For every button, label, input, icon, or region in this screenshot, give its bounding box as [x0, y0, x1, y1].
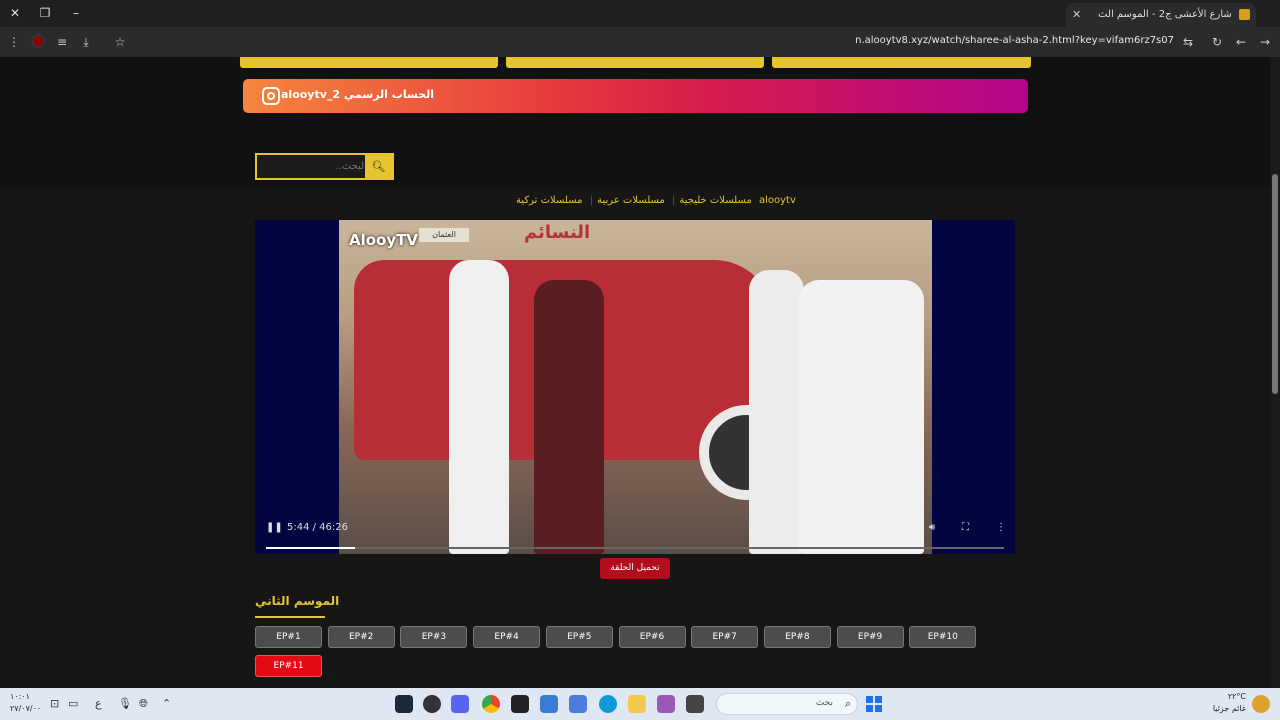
person-3 — [749, 270, 804, 554]
taskbar-search-text: بحث — [815, 698, 833, 708]
episode-button[interactable]: EP#5 — [545, 626, 613, 648]
season-underline — [255, 616, 325, 618]
clock-time[interactable]: ١٠:٠١ — [10, 692, 30, 701]
search-input[interactable] — [257, 155, 367, 178]
episode-button[interactable]: EP#1 — [255, 626, 322, 648]
reload-icon[interactable]: ↻ — [1208, 33, 1226, 51]
windows-taskbar: ١٠:٠١ ٢٧/٠٧/٠٠ ⊡ ▭ ع 🎙︎ 🌐︎ ⌃ بحث ⌕ ٢٢°C … — [0, 688, 1280, 720]
person-2 — [534, 280, 604, 554]
search-icon: 🔍︎ — [371, 160, 386, 173]
top-menu-button-3[interactable] — [772, 57, 1031, 68]
tab-close-icon[interactable]: ✕ — [1072, 3, 1081, 27]
episode-button[interactable]: EP#3 — [400, 626, 468, 648]
file-explorer-icon[interactable] — [628, 695, 646, 713]
terminal-icon[interactable] — [511, 695, 529, 713]
address-bar[interactable]: n.alooytv8.xyz/watch/sharee-al-asha-2.ht… — [855, 35, 1174, 46]
show-hidden-icons-icon[interactable]: ⌃ — [162, 697, 171, 710]
close-window-icon[interactable]: ✕ — [5, 4, 25, 22]
season-title: الموسم الثاني — [255, 594, 340, 608]
video-player[interactable]: العثمان النسائم AlooyTV ❚❚ 5:44 / 46:26 … — [255, 220, 1015, 554]
search-form: 🔍︎ — [255, 153, 394, 180]
episode-button[interactable]: EP#11 — [255, 655, 322, 677]
episode-button[interactable]: EP#6 — [618, 626, 686, 648]
discord-icon[interactable] — [451, 695, 469, 713]
browser-tab[interactable]: شارع الأعشى ج2 - الموسم الث ✕ — [1066, 3, 1256, 27]
episode-button[interactable]: EP#7 — [691, 626, 759, 648]
mail-icon[interactable] — [540, 695, 558, 713]
volume-icon[interactable]: 🔊︎ — [929, 522, 935, 533]
back-icon[interactable]: ← — [1232, 33, 1250, 51]
nav-item-gulf-series[interactable]: مسلسلات خليجية — [679, 195, 751, 206]
task-view-icon[interactable] — [686, 695, 704, 713]
pause-icon[interactable]: ❚❚ — [266, 522, 283, 533]
channel-logo: AlooyTV — [349, 231, 418, 249]
store-icon[interactable] — [569, 695, 587, 713]
record-icon[interactable] — [31, 34, 45, 48]
start-icon[interactable] — [866, 696, 882, 712]
top-menu-button-2[interactable] — [506, 57, 764, 68]
page-scrollbar[interactable] — [1270, 57, 1280, 688]
person-4 — [799, 280, 924, 554]
person-1 — [449, 260, 509, 554]
app-icon[interactable] — [423, 695, 441, 713]
episode-button[interactable]: EP#2 — [327, 626, 395, 648]
fullscreen-icon[interactable]: ⛶ — [962, 522, 969, 533]
instagram-label: alooytv_2 الحساب الرسمي — [281, 88, 434, 101]
weather-desc[interactable]: غائم جزئيا — [1213, 704, 1246, 713]
web-page: alooytv_2 الحساب الرسمي 🔍︎ alooytv مسلسل… — [0, 57, 1270, 688]
minimize-window-icon[interactable]: – — [66, 4, 86, 22]
clock-date[interactable]: ٢٧/٠٧/٠٠ — [10, 704, 41, 713]
instagram-icon — [262, 87, 280, 105]
language-icon[interactable]: ع — [95, 697, 102, 710]
search-button[interactable]: 🔍︎ — [365, 155, 392, 178]
scroll-thumb[interactable] — [1272, 174, 1278, 394]
forward-icon[interactable]: → — [1256, 33, 1274, 51]
nav-item-arabic-series[interactable]: مسلسلات عربية — [597, 195, 665, 206]
category-nav: alooytv مسلسلات خليجية| مسلسلات عربية| م… — [514, 195, 798, 206]
chrome-icon[interactable] — [482, 695, 500, 713]
progress-fill — [266, 547, 355, 549]
site-settings-icon[interactable]: ⇆ — [1179, 33, 1197, 51]
menu-dots-icon[interactable]: ⋮ — [5, 33, 23, 51]
episode-button[interactable]: EP#10 — [909, 626, 977, 648]
weather-temp[interactable]: ٢٢°C — [1228, 692, 1246, 701]
nav-item-turkish-series[interactable]: مسلسلات تركية — [516, 195, 583, 206]
browser-titlebar: ✕ ❐ – + شارع الأعشى ج2 - الموسم الث ✕ — [0, 0, 1280, 27]
app-icon[interactable] — [657, 695, 675, 713]
network-icon[interactable]: 🌐︎ — [139, 697, 148, 711]
weather-icon[interactable] — [1252, 695, 1270, 713]
search-icon: ⌕ — [844, 697, 851, 710]
more-options-icon[interactable]: ⋮ — [996, 522, 1006, 533]
download-episode-button[interactable]: تحميل الحلقة — [600, 558, 670, 579]
microphone-icon[interactable]: 🎙︎ — [118, 697, 132, 710]
instagram-banner[interactable]: alooytv_2 الحساب الرسمي — [243, 79, 1028, 113]
episode-button[interactable]: EP#8 — [763, 626, 831, 648]
time-display: 5:44 / 46:26 — [287, 522, 349, 533]
progress-bar[interactable] — [266, 547, 1004, 549]
steam-icon[interactable] — [395, 695, 413, 713]
maximize-window-icon[interactable]: ❐ — [35, 4, 55, 22]
nav-separator: | — [589, 195, 594, 206]
nav-item-alooytv[interactable]: alooytv — [759, 195, 796, 206]
display-icon[interactable]: ▭ — [68, 697, 78, 710]
site-favicon-icon — [1239, 8, 1250, 20]
notification-icon[interactable]: ⊡ — [50, 697, 59, 710]
wall-text: النسائم — [524, 222, 591, 243]
taskbar-search[interactable]: بحث ⌕ — [716, 693, 858, 715]
episode-button[interactable]: EP#4 — [473, 626, 541, 648]
download-icon[interactable]: ⤓ — [77, 33, 95, 51]
reading-list-icon[interactable]: ≡ — [53, 33, 71, 51]
episode-button[interactable]: EP#9 — [836, 626, 904, 648]
edge-icon[interactable] — [599, 695, 617, 713]
nav-separator: | — [671, 195, 676, 206]
bookmark-star-icon[interactable]: ☆ — [111, 33, 129, 51]
top-menu-button-1[interactable] — [240, 57, 498, 68]
tab-title: شارع الأعشى ج2 - الموسم الث — [1098, 9, 1232, 20]
player-controls: ❚❚ 5:44 / 46:26 🔊︎ ⛶ ⋮ — [255, 514, 1015, 554]
shop-sign: العثمان — [419, 228, 469, 242]
video-frame[interactable]: العثمان النسائم AlooyTV — [339, 220, 932, 554]
